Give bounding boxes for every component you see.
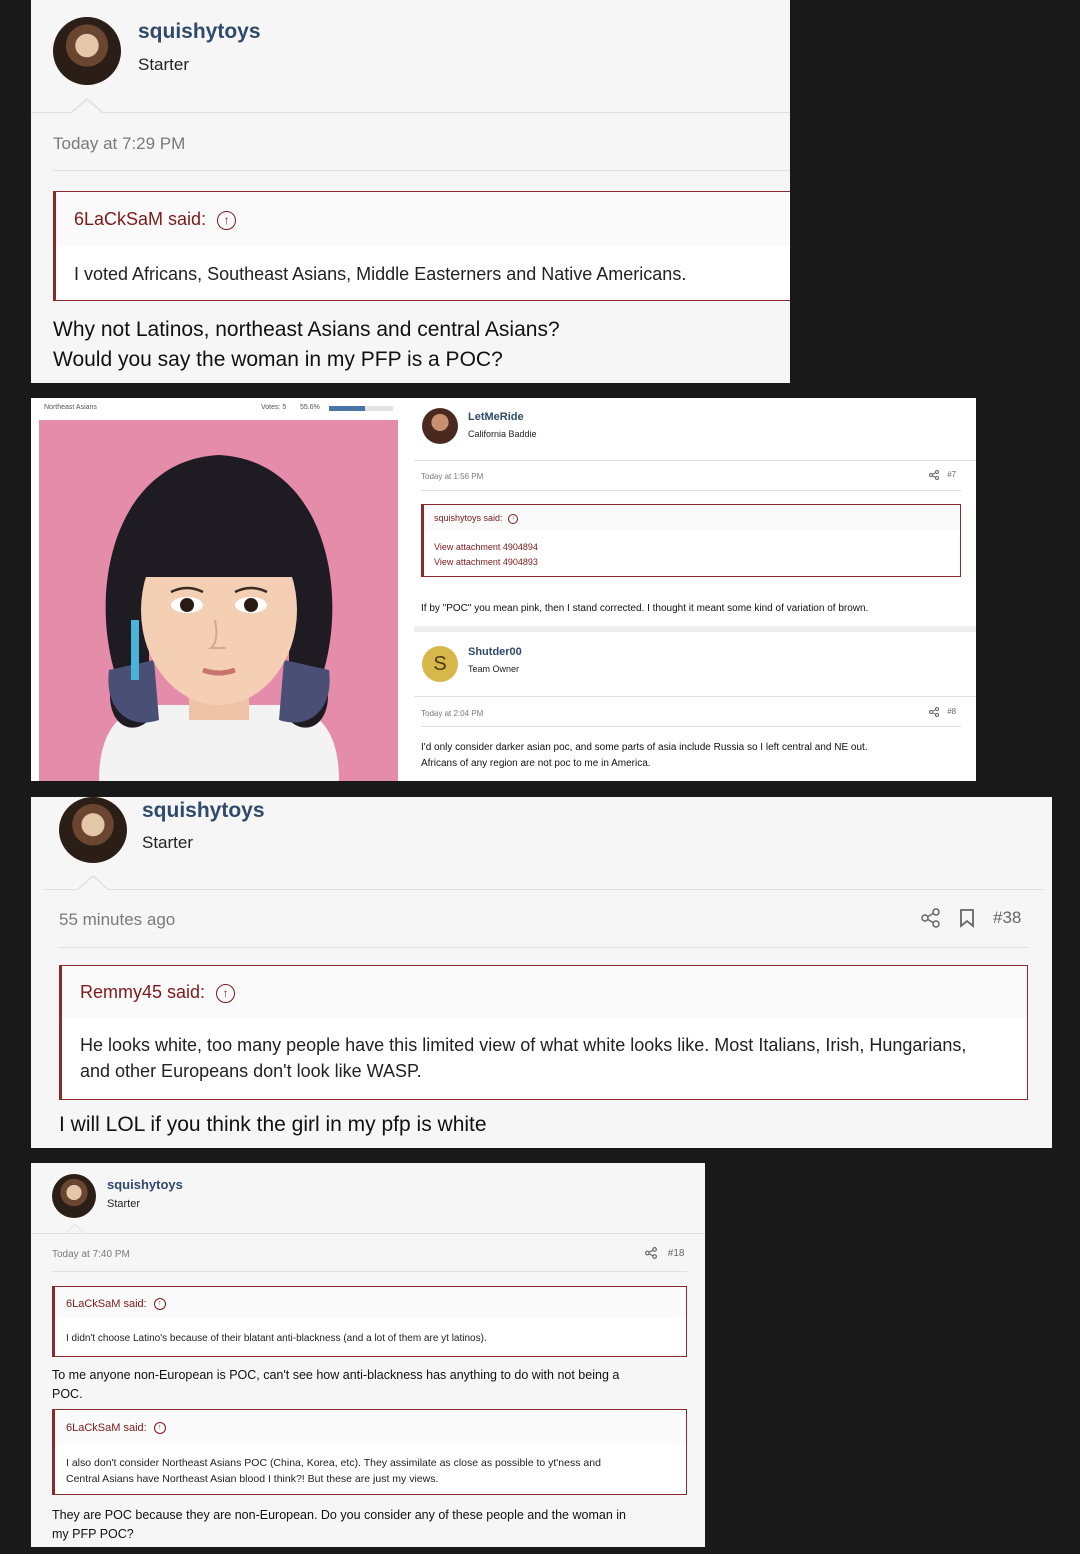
quote-text: I voted Africans, Southeast Asians, Midd… xyxy=(74,264,687,284)
message-line: POC. xyxy=(52,1387,83,1401)
user-title: California Baddie xyxy=(468,429,537,439)
share-icon[interactable] xyxy=(921,908,941,928)
user-title: Team Owner xyxy=(468,664,520,674)
header-divider xyxy=(31,112,790,113)
post-3: squishytoys Starter 55 minutes ago #38 R… xyxy=(31,797,1052,1148)
poll-bar xyxy=(329,406,393,411)
up-arrow-circle-icon[interactable]: ↑ xyxy=(153,1422,166,1435)
quote-author[interactable]: Remmy45 said: xyxy=(80,982,205,1002)
message-line: I'd only consider darker asian poc, and … xyxy=(421,742,868,753)
message-line: my PFP POC? xyxy=(52,1527,134,1541)
poll-header: Northeast Asians Votes: 5 55.6% xyxy=(39,402,397,418)
quote-block: Remmy45 said: ↑ He looks white, too many… xyxy=(59,965,1028,1100)
quote-header: Remmy45 said: ↑ xyxy=(62,966,1027,1018)
up-arrow-circle-icon[interactable]: ↑ xyxy=(508,513,519,524)
reply-separator xyxy=(414,626,976,632)
post-number[interactable]: #7 xyxy=(947,470,956,479)
message-line: They are POC because they are non-Europe… xyxy=(52,1508,626,1522)
share-icon[interactable] xyxy=(929,707,939,717)
message: If by "POC" you mean pink, then I stand … xyxy=(421,603,869,614)
quote-text: Central Asians have Northeast Asian bloo… xyxy=(66,1473,439,1485)
message-line: Why not Latinos, northeast Asians and ce… xyxy=(53,318,560,341)
post-actions: #8 xyxy=(929,707,956,717)
quote-author[interactable]: squishytoys said: xyxy=(434,513,503,523)
post-actions: #7 xyxy=(929,470,956,480)
username[interactable]: squishytoys xyxy=(142,799,265,823)
quote-author[interactable]: 6LaCkSaM said: xyxy=(74,209,206,229)
attached-photo[interactable] xyxy=(39,420,398,781)
message-line: Africans of any region are not poc to me… xyxy=(421,758,651,769)
poll-votes: Votes: 5 xyxy=(261,404,287,411)
up-arrow-circle-icon[interactable]: ↑ xyxy=(217,210,237,230)
portrait-illustration xyxy=(99,455,339,781)
bookmark-icon[interactable] xyxy=(959,908,975,928)
quote-author[interactable]: 6LaCkSaM said: xyxy=(66,1422,147,1434)
quote-header: 6LaCkSaM said: ↑ xyxy=(56,192,790,246)
avatar[interactable] xyxy=(52,1174,96,1218)
username[interactable]: squishytoys xyxy=(107,1177,183,1192)
post-actions: #18 xyxy=(645,1247,684,1259)
poll-bar-fill xyxy=(329,406,365,411)
post-number[interactable]: #8 xyxy=(947,707,956,716)
post-timestamp[interactable]: Today at 7:29 PM xyxy=(53,134,185,154)
post-4: squishytoys Starter Today at 7:40 PM #18… xyxy=(31,1163,705,1547)
quote-header: 6LaCkSaM said: ↑ xyxy=(55,1287,686,1318)
post-number[interactable]: #38 xyxy=(993,908,1021,928)
message-line: To me anyone non-European is POC, can't … xyxy=(52,1368,620,1382)
user-title: Starter xyxy=(138,55,190,74)
poll-percent: 55.6% xyxy=(300,404,320,411)
avatar-letter: S xyxy=(433,653,447,675)
poll-option-label: Northeast Asians xyxy=(44,404,97,411)
avatar[interactable] xyxy=(59,797,127,863)
attachment-link[interactable]: View attachment 4904894 xyxy=(434,542,538,552)
quote-text: He looks white, too many people have thi… xyxy=(80,1035,967,1055)
post-timestamp[interactable]: 55 minutes ago xyxy=(59,910,175,930)
post-2: Northeast Asians Votes: 5 55.6% LetMeRid… xyxy=(31,398,976,781)
avatar[interactable] xyxy=(53,17,121,85)
quote-text: I didn't choose Latino's because of thei… xyxy=(66,1333,487,1344)
avatar[interactable]: S xyxy=(422,646,458,682)
share-icon[interactable] xyxy=(929,470,939,480)
post-timestamp[interactable]: Today at 2:04 PM xyxy=(421,709,483,718)
post-actions: #38 xyxy=(921,908,1021,928)
up-arrow-circle-icon[interactable]: ↑ xyxy=(216,983,236,1003)
quote-header: squishytoys said: ↑ xyxy=(424,505,960,530)
up-arrow-circle-icon[interactable]: ↑ xyxy=(153,1298,166,1311)
user-title: Starter xyxy=(107,1198,141,1210)
post-timestamp[interactable]: Today at 7:40 PM xyxy=(52,1249,130,1260)
share-icon[interactable] xyxy=(645,1247,657,1259)
quote-text: I also don't consider Northeast Asians P… xyxy=(66,1457,601,1469)
message-line: Would you say the woman in my PFP is a P… xyxy=(53,348,503,371)
message: I will LOL if you think the girl in my p… xyxy=(59,1113,487,1136)
post-timestamp[interactable]: Today at 1:56 PM xyxy=(421,472,483,481)
post-number[interactable]: #18 xyxy=(668,1248,685,1259)
avatar[interactable] xyxy=(422,408,458,444)
quote-text: and other Europeans don't look like WASP… xyxy=(80,1061,422,1081)
quote-author[interactable]: 6LaCkSaM said: xyxy=(66,1298,147,1310)
user-title: Starter xyxy=(142,833,194,852)
post-1: squishytoys Starter Today at 7:29 PM 6La… xyxy=(31,0,790,383)
quote-block: 6LaCkSaM said: ↑ I didn't choose Latino'… xyxy=(52,1286,687,1357)
quote-block: squishytoys said: ↑ View attachment 4904… xyxy=(421,504,961,577)
attachment-link[interactable]: View attachment 4904893 xyxy=(434,557,538,567)
quote-block: 6LaCkSaM said: ↑ I voted Africans, South… xyxy=(53,191,790,301)
quote-header: 6LaCkSaM said: ↑ xyxy=(55,1410,686,1443)
username[interactable]: squishytoys xyxy=(138,20,261,44)
quote-block: 6LaCkSaM said: ↑ I also don't consider N… xyxy=(52,1409,687,1495)
username[interactable]: LetMeRide xyxy=(468,411,524,423)
username[interactable]: Shutder00 xyxy=(468,646,522,658)
